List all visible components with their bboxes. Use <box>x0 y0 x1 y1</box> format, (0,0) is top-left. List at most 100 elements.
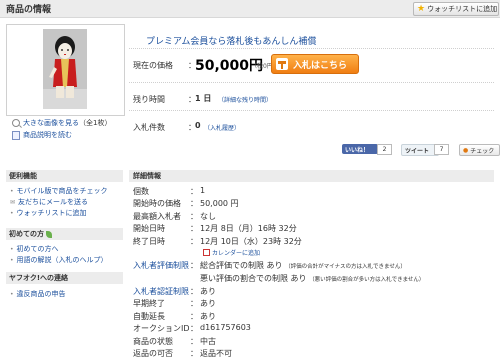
check-label: チェック <box>470 147 495 155</box>
document-icon <box>12 130 20 140</box>
sidebar-heading-beginners: 初めての方 <box>6 228 123 240</box>
check-icon: ● <box>463 146 469 154</box>
sidebar-item-label: ウォッチリストに追加 <box>16 209 87 217</box>
detail-colon: ： <box>190 312 198 321</box>
premium-promo-link[interactable]: プレミアム会員なら落札後もあんしん補償 <box>146 34 316 47</box>
bid-button[interactable]: 入札はこちら <box>271 54 359 74</box>
sidebar-heading-label: 初めての方 <box>9 230 44 238</box>
detail-value-auth-limit: あり <box>200 287 216 296</box>
sidebar-item-email[interactable]: ✉ 友だちにメールを送る <box>10 197 88 207</box>
detail-colon: ： <box>190 324 198 333</box>
sidebar-item-glossary[interactable]: • 用語の解説（入札のヘルプ） <box>10 255 108 265</box>
read-description-link[interactable]: 商品説明を読む <box>12 130 72 140</box>
rating-limit-note: （評価の合計がマイナスの方は入札できません） <box>285 264 406 270</box>
details-heading: 詳細情報 <box>129 170 494 182</box>
detail-colon: ： <box>190 224 198 233</box>
time-remaining: 1 日 <box>195 94 212 103</box>
sidebar-heading-tools: 便利機能 <box>6 170 123 182</box>
time-label: 残り時間 <box>133 95 165 104</box>
hammer-icon <box>276 58 288 70</box>
price-label: 現在の価格 <box>133 61 173 70</box>
detail-colon: ： <box>190 349 198 358</box>
detail-colon: ： <box>190 287 198 296</box>
add-to-calendar-link[interactable]: カレンダーに追加 <box>203 248 260 257</box>
bullet-icon: • <box>10 256 14 264</box>
detail-colon: ： <box>190 299 198 308</box>
mail-icon: ✉ <box>10 198 16 206</box>
sidebar-item-label: モバイル版で商品をチェック <box>16 187 108 195</box>
detail-value-condition: 中古 <box>200 337 216 346</box>
sidebar-item-report[interactable]: • 違反商品の申告 <box>10 289 66 299</box>
detail-label: 返品の可否 <box>133 349 173 358</box>
detail-label: 終了日時 <box>133 237 165 246</box>
calendar-icon <box>203 249 210 256</box>
detail-label: 開始日時 <box>133 224 165 233</box>
add-to-calendar-label: カレンダーに追加 <box>212 250 261 257</box>
detail-colon: ： <box>190 237 198 246</box>
detail-value-rating-limit: 総合評価での制限 あり （評価の合計がマイナスの方は入札できません） <box>200 260 406 271</box>
detail-label: 自動延長 <box>133 312 165 321</box>
sidebar-item-beginners-guide[interactable]: • 初めての方へ <box>10 244 59 254</box>
bad-rating-limit-value: 悪い評価の割合での制限 あり <box>200 274 307 283</box>
enlarge-image-link[interactable]: 大きな画像を見る （全1枚） <box>12 118 111 128</box>
item-image-box <box>6 24 125 116</box>
divider <box>129 82 494 83</box>
enlarge-image-label: 大きな画像を見る <box>23 119 79 127</box>
divider <box>129 48 494 49</box>
bid-button-label: 入札はこちら <box>293 60 348 71</box>
detail-value-early-end: あり <box>200 299 216 308</box>
check-button[interactable]: ● チェック <box>459 144 500 156</box>
detail-label: 早期終了 <box>133 299 165 308</box>
detail-value-auto-extend: あり <box>200 312 216 321</box>
detail-value-start-date: 12月 8日（月）16時 32分 <box>200 224 297 233</box>
bid-history-link[interactable]: （入札履歴） <box>204 123 240 132</box>
detail-value-end-date: 12月 10日（水）23時 32分 <box>200 237 302 246</box>
detail-value-top-bidder: なし <box>200 212 216 221</box>
detail-label: 最高額入札者 <box>133 212 181 221</box>
time-detail-link[interactable]: （詳細な残り時間） <box>218 95 272 104</box>
sidebar-item-label: 用語の解説（入札のヘルプ） <box>16 256 108 264</box>
sidebar-item-watchlist[interactable]: • ウォッチリストに追加 <box>10 208 87 218</box>
sidebar-item-label: 違反商品の申告 <box>16 290 66 298</box>
item-photo[interactable] <box>43 29 87 109</box>
detail-label: 商品の状態 <box>133 337 173 346</box>
detail-value-quantity: 1 <box>200 186 206 195</box>
leaf-icon <box>46 230 52 238</box>
sidebar-item-label: 友だちにメールを送る <box>18 198 89 206</box>
detail-value-bad-rating-limit: 悪い評価の割合での制限 あり （悪い評価の割合が多い方は入札できません） <box>200 273 424 284</box>
detail-colon: ： <box>190 261 198 270</box>
sidebar-item-label: 初めての方へ <box>16 245 59 253</box>
bullet-icon: • <box>10 209 14 217</box>
facebook-like-button[interactable]: いいね！ <box>342 144 378 154</box>
sidebar-item-mobile[interactable]: • モバイル版で商品をチェック <box>10 186 108 196</box>
detail-label: 個数 <box>133 187 149 196</box>
facebook-like-count: 2 <box>377 144 392 155</box>
detail-label: オークションID <box>133 324 190 333</box>
bullet-icon: • <box>10 245 14 253</box>
doll-photo-graphic <box>43 29 87 109</box>
detail-value-auction-id: d161757603 <box>200 323 251 332</box>
detail-colon: ： <box>190 337 198 346</box>
bullet-icon: • <box>10 187 14 195</box>
enlarge-image-count: （全1枚） <box>79 119 112 127</box>
bid-count: 0 <box>195 121 201 130</box>
facebook-like-label: いいね！ <box>345 146 370 154</box>
rating-limit-value: 総合評価での制限 あり <box>200 261 283 270</box>
detail-colon: ： <box>190 187 198 196</box>
bad-rating-limit-note: （悪い評価の割合が多い方は入札できません） <box>309 277 425 283</box>
zoom-icon <box>12 119 20 127</box>
detail-colon: ： <box>190 212 198 221</box>
star-icon: ★ <box>417 3 426 14</box>
detail-label: 開始時の価格 <box>133 199 181 208</box>
bidder-rating-limit-link[interactable]: 入札者評価制限 <box>133 260 189 271</box>
bullet-icon: • <box>10 290 14 298</box>
watchlist-add-button[interactable]: ★ ウォッチリストに追加 <box>413 2 499 16</box>
bidder-auth-limit-link[interactable]: 入札者認証制限 <box>133 286 189 297</box>
divider <box>129 110 494 111</box>
detail-value-returns: 返品不可 <box>200 349 232 358</box>
detail-colon: ： <box>190 199 198 208</box>
bids-label: 入札件数 <box>133 123 165 132</box>
detail-value-start-price: 50,000 円 <box>200 199 239 208</box>
tweet-count: 7 <box>434 144 449 155</box>
read-description-label: 商品説明を読む <box>23 131 72 139</box>
